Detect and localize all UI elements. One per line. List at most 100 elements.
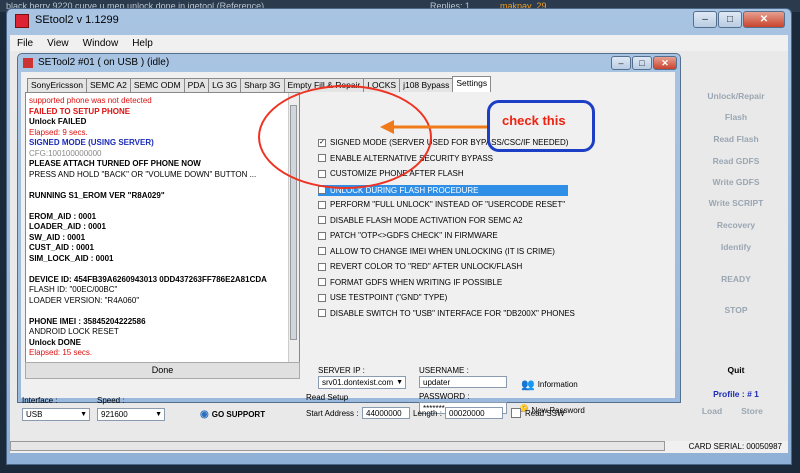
option-checkbox[interactable]: PATCH "OTP<>GDFS CHECK" IN FIRMWARE — [318, 231, 498, 240]
annotation-text: check this — [502, 113, 566, 128]
chevron-down-icon: ▼ — [155, 411, 162, 418]
read-ssw-checkbox[interactable]: Read SSW — [511, 408, 565, 418]
log-line: FLASH ID: "00EC/00BC" — [29, 285, 118, 294]
option-label: DISABLE FLASH MODE ACTIVATION FOR SEMC A… — [330, 215, 523, 225]
setool-main-window: SEtool2 v 1.1299 – □ ✕ File View Window … — [6, 8, 792, 465]
quit-button[interactable]: Quit — [686, 365, 786, 375]
option-label: PERFORM "FULL UNLOCK" INSTEAD OF "USERCO… — [330, 200, 566, 209]
length-input[interactable]: 00020000 — [445, 407, 503, 419]
log-line: DEVICE ID: 454FB39A6260943013 0DD437263F… — [29, 274, 267, 284]
unlock-repair-button[interactable]: Unlock/Repair — [686, 91, 786, 101]
checkbox-unchecked-icon[interactable] — [318, 231, 326, 240]
log-line: CFG:100100000000 — [29, 148, 102, 158]
checkbox-unchecked-icon[interactable] — [318, 309, 326, 317]
checkbox-unchecked-icon[interactable] — [318, 278, 326, 286]
start-address-input[interactable]: 44000000 — [362, 407, 410, 419]
annotation-ellipse — [258, 85, 432, 189]
log-line: Unlock DONE — [29, 337, 82, 347]
log-line: LOADER VERSION: "R4A060" — [29, 295, 140, 305]
read-setup-label: Read Setup — [306, 393, 349, 402]
option-checkbox[interactable]: FORMAT GDFS WHEN WRITING IF POSSIBLE — [318, 278, 502, 287]
minimize-button[interactable]: – — [693, 11, 717, 28]
recovery-button[interactable]: Recovery — [686, 220, 786, 230]
go-support-label: GO SUPPORT — [211, 410, 266, 419]
card-serial: CARD SERIAL: 00050987 — [688, 442, 782, 451]
menu-window[interactable]: Window — [76, 38, 126, 49]
log-line: SIM_LOCK_AID : 0001 — [29, 253, 114, 263]
tab-sharp-3g[interactable]: Sharp 3G — [240, 78, 285, 92]
flash-button[interactable]: Flash — [686, 112, 786, 122]
log-line: SIGNED MODE (USING SERVER) — [29, 138, 154, 147]
checkbox-unchecked-icon[interactable] — [318, 200, 326, 209]
start-address-label: Start Address : — [306, 409, 359, 418]
option-checkbox[interactable]: DISABLE SWITCH TO "USB" INTERFACE FOR "D… — [318, 309, 575, 318]
write-gdfs-button[interactable]: Write GDFS — [686, 177, 786, 187]
option-checkbox[interactable]: USE TESTPOINT ("GND" TYPE) — [318, 293, 447, 302]
bottom-settings: Interface : USB ▼ Speed : 921600 ▼ ◉ GO SU… — [10, 383, 680, 441]
profile-label: Profile : # 1 — [713, 389, 759, 399]
read-flash-button[interactable]: Read Flash — [686, 134, 786, 144]
log-line: RUNNING S1_EROM VER "R8A029" — [29, 190, 165, 200]
tool-close-button[interactable]: ✕ — [653, 56, 677, 70]
tab-semc-a2[interactable]: SEMC A2 — [85, 78, 131, 92]
option-label: FORMAT GDFS WHEN WRITING IF POSSIBLE — [330, 277, 503, 287]
tab-strip: SonyEricsson SEMC A2 SEMC ODM PDA LG 3G … — [27, 76, 492, 92]
speed-select[interactable]: 921600 ▼ — [97, 408, 165, 421]
length-label: Length : — [413, 409, 442, 418]
maximize-button[interactable]: □ — [718, 11, 742, 28]
tab-settings[interactable]: Settings — [452, 76, 492, 92]
log-line: PHONE IMEI : 35845204222586 — [29, 316, 146, 326]
store-profile-button[interactable]: Store — [702, 406, 800, 416]
main-window-title: SEtool2 v 1.1299 — [35, 14, 119, 26]
option-label: DISABLE SWITCH TO "USB" INTERFACE FOR "D… — [330, 308, 575, 318]
speed-value: 921600 — [101, 410, 128, 419]
go-support-button[interactable]: ◉ GO SUPPORT — [200, 409, 265, 420]
progress-bar — [10, 441, 665, 451]
checkbox-unchecked-icon[interactable] — [318, 216, 326, 224]
option-checkbox[interactable]: REVERT COLOR TO "RED" AFTER UNLOCK/FLASH — [318, 262, 522, 271]
tool-maximize-button[interactable]: □ — [632, 56, 652, 70]
menu-view[interactable]: View — [40, 38, 76, 49]
log-line: ANDROID LOCK RESET — [29, 327, 119, 336]
tab-pda[interactable]: PDA — [183, 78, 210, 92]
action-panel: Unlock/Repair Flash Read Flash Read GDFS… — [686, 83, 786, 431]
main-title-bar: SEtool2 v 1.1299 – □ ✕ — [7, 9, 791, 33]
log-line: FAILED TO SETUP PHONE — [29, 106, 131, 116]
option-label: PATCH "OTP<>GDFS CHECK" IN FIRMWARE — [330, 231, 498, 240]
close-button[interactable]: ✕ — [743, 11, 785, 28]
tab-j108-bypass[interactable]: j108 Bypass — [399, 78, 454, 92]
interface-label: Interface : — [22, 396, 58, 405]
tool-window-title: SETool2 #01 ( on USB ) (idle) — [38, 57, 170, 68]
log-line: supported phone was not detected — [29, 96, 152, 105]
option-checkbox[interactable]: ALLOW TO CHANGE IMEI WHEN UNLOCKING (IT … — [318, 247, 555, 256]
read-ssw-label: Read SSW — [525, 408, 565, 418]
log-line: CUST_AID : 0001 — [29, 243, 94, 252]
log-line: SW_AID : 0001 — [29, 232, 86, 242]
tab-lg-3g[interactable]: LG 3G — [208, 78, 242, 92]
identify-button[interactable]: Identify — [686, 242, 786, 252]
interface-select[interactable]: USB ▼ — [22, 408, 90, 421]
tool-minimize-button[interactable]: – — [611, 56, 631, 70]
option-checkbox[interactable]: PERFORM "FULL UNLOCK" INSTEAD OF "USERCO… — [318, 200, 565, 209]
option-checkbox[interactable]: DISABLE FLASH MODE ACTIVATION FOR SEMC A… — [318, 216, 523, 225]
chevron-down-icon: ▼ — [80, 411, 87, 418]
menu-file[interactable]: File — [10, 38, 40, 49]
checkbox-unchecked-icon[interactable] — [318, 247, 326, 255]
interface-value: USB — [26, 410, 43, 419]
tab-sonyericsson[interactable]: SonyEricsson — [27, 78, 87, 92]
write-script-button[interactable]: Write SCRIPT — [686, 198, 786, 208]
option-label: REVERT COLOR TO "RED" AFTER UNLOCK/FLASH — [330, 262, 523, 271]
status-bar: CARD SERIAL: 00050987 — [10, 441, 788, 453]
checkbox-unchecked-icon[interactable] — [318, 293, 326, 302]
read-gdfs-button[interactable]: Read GDFS — [686, 156, 786, 166]
menu-bar: File View Window Help — [10, 35, 788, 51]
log-line: EROM_AID : 0001 — [29, 211, 97, 221]
done-status-bar: Done — [25, 362, 300, 379]
read-ssw-box[interactable] — [511, 408, 521, 418]
stop-button[interactable]: STOP — [686, 305, 786, 315]
option-label: ALLOW TO CHANGE IMEI WHEN UNLOCKING (IT … — [330, 246, 555, 256]
tab-semc-odm[interactable]: SEMC ODM — [129, 78, 185, 92]
menu-help[interactable]: Help — [125, 38, 160, 49]
log-line: LOADER_AID : 0001 — [29, 222, 106, 231]
checkbox-unchecked-icon[interactable] — [318, 262, 326, 271]
